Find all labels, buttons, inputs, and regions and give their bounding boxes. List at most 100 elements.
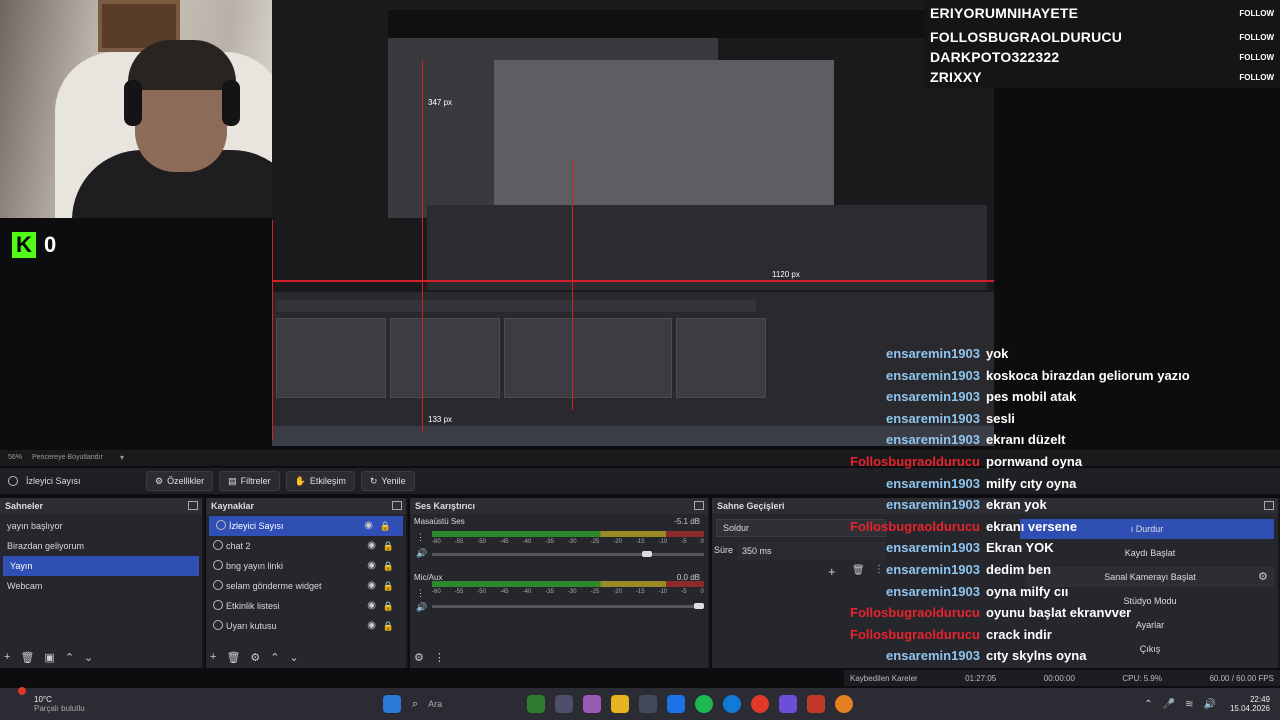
widgets-icon[interactable] [555,695,573,713]
trees-icon[interactable] [527,695,545,713]
browser-icon [213,580,223,590]
arrow-up-icon[interactable]: ⌃ [65,651,74,664]
speaker-icon[interactable]: 🔊 [416,548,427,559]
kebab-menu-icon[interactable]: ⋮ [416,532,425,543]
trash-icon[interactable]: 🗑 [226,651,240,664]
kebab-menu-icon[interactable]: ⋮ [416,588,425,599]
dropped-frames: Kaybedilen Kareler [850,673,918,683]
alert-row: ERIYORUMNIHAYETE FOLLOW [930,3,1274,23]
source-item[interactable]: selam gönderme widget ◉ 🔒 [206,576,406,596]
interact-button[interactable]: ✋ Etkileşim [285,471,355,491]
tick-label: -30 [567,539,577,545]
fit-to-window[interactable]: Pencereye Boyutlandır [32,454,103,461]
scene-item[interactable]: Birazdan geliyorum [0,536,202,556]
edge-icon[interactable] [723,695,741,713]
chat-text: pornwand oyna [986,454,1083,469]
speaker-icon[interactable]: 🔊 [416,602,427,613]
search-box[interactable]: ⌕ Ara [412,693,522,715]
browser-icon [216,520,226,530]
add-icon[interactable]: + [4,651,10,664]
chevron-down-icon[interactable]: ▾ [120,453,124,462]
scene-item[interactable]: Webcam [0,576,202,596]
lock-icon[interactable]: 🔒 [383,536,394,556]
undock-icon[interactable] [188,501,198,510]
undock-icon[interactable] [1264,501,1274,510]
eye-icon[interactable]: ◉ [367,556,376,576]
volume-knob[interactable] [641,551,652,557]
chat-username: ensaremin1903 [886,540,980,556]
volume-knob[interactable] [694,603,704,609]
source-label: Uyarı kutusu [226,621,277,631]
outlook-icon[interactable] [667,695,685,713]
eye-icon[interactable]: ◉ [367,596,376,616]
chat-text: koskoca birazdan geliorum yazıo [986,367,1190,383]
volume-slider[interactable] [432,551,704,557]
undock-icon[interactable] [392,501,402,510]
volume-icon[interactable]: 🔊 [1204,699,1216,710]
eye-icon[interactable]: ◉ [367,616,376,636]
eye-icon[interactable]: ◉ [367,576,376,596]
scene-item[interactable]: yayın başlıyor [0,516,202,536]
gear-icon[interactable]: ⚙ [1258,570,1268,583]
chat-text: ekranı düzelt [986,432,1066,448]
chat-username: ensaremin1903 [886,497,980,513]
lock-icon[interactable]: 🔒 [380,516,391,536]
chat-message: Follosbugraoldurucu crack indir [848,627,1052,642]
source-item-selected[interactable]: İzleyici Sayısı ◉ 🔒 [209,516,403,536]
gauge-icon [8,476,18,486]
folder-icon[interactable] [611,695,629,713]
refresh-button[interactable]: ↻ Yenile [360,471,415,491]
arrow-up-icon[interactable]: ⌃ [270,651,279,664]
store-icon[interactable] [639,695,657,713]
windows-start-icon[interactable] [383,695,401,713]
eye-icon[interactable]: ◉ [367,536,376,556]
gear-icon: ⚙ [155,475,164,486]
volume-slider[interactable] [432,603,704,609]
filters-button[interactable]: ▤ Filtreler [219,471,280,491]
lock-icon[interactable]: 🔒 [383,616,394,636]
source-item[interactable]: Etkinlik listesi ◉ 🔒 [206,596,406,616]
rec-time: 00:00:00 [1043,673,1075,683]
kick-logo-icon: K [12,232,36,258]
chat-message: Follosbugraoldurucu ekranı versene [848,519,1077,534]
hand-icon: ✋ [294,475,306,486]
add-icon[interactable]: + [210,651,216,664]
lock-icon[interactable]: 🔒 [383,576,394,596]
tick-label: -60 [432,589,441,595]
arrow-down-icon[interactable]: ⌄ [84,651,93,664]
spotify-icon[interactable] [695,695,713,713]
copilot-icon[interactable] [583,695,601,713]
chrome-icon[interactable] [751,695,769,713]
gear-icon[interactable]: ⚙ [414,651,424,664]
filter-icon[interactable]: ▣ [44,651,54,664]
tick-label: -5 [681,589,687,595]
source-item[interactable]: bng yayın linki ◉ 🔒 [206,556,406,576]
properties-button[interactable]: ⚙ Özellikler [146,471,214,491]
yandex-icon[interactable] [835,695,853,713]
start-recording-button[interactable]: Kaydı Başlat [1026,543,1274,563]
undock-icon[interactable] [694,501,704,510]
chat-text: ekran yok [986,497,1047,513]
fps: 60.00 / 60.00 FPS [1209,673,1274,683]
source-item[interactable]: chat 2 ◉ 🔒 [206,536,406,556]
source-item[interactable]: Uyarı kutusu ◉ 🔒 [206,616,406,636]
preview-layer-1 [388,10,994,38]
add-icon[interactable]: + [828,564,836,579]
wifi-icon[interactable]: ≋ [1185,699,1193,710]
lock-icon[interactable]: 🔒 [383,596,394,616]
teams-icon[interactable] [779,695,797,713]
kebab-menu-icon[interactable]: ⋮ [434,651,445,664]
eye-icon[interactable]: ◉ [364,516,373,536]
microphone-icon[interactable]: 🎤 [1163,699,1175,710]
clock[interactable]: 22:49 15.04.2026 [1230,695,1270,713]
gear-icon[interactable]: ⚙ [250,651,260,664]
trash-icon[interactable]: 🗑 [20,651,34,664]
arrow-down-icon[interactable]: ⌄ [290,651,299,664]
chevron-up-icon[interactable]: ⌃ [1144,699,1152,710]
weather-widget[interactable]: 10°C Parçalı bulutlu [0,687,150,713]
lock-icon[interactable]: 🔒 [383,556,394,576]
scene-item-selected[interactable]: Yayın [3,556,199,576]
audio-meter [432,581,704,587]
headphone-left [124,80,142,126]
obs-icon[interactable] [807,695,825,713]
